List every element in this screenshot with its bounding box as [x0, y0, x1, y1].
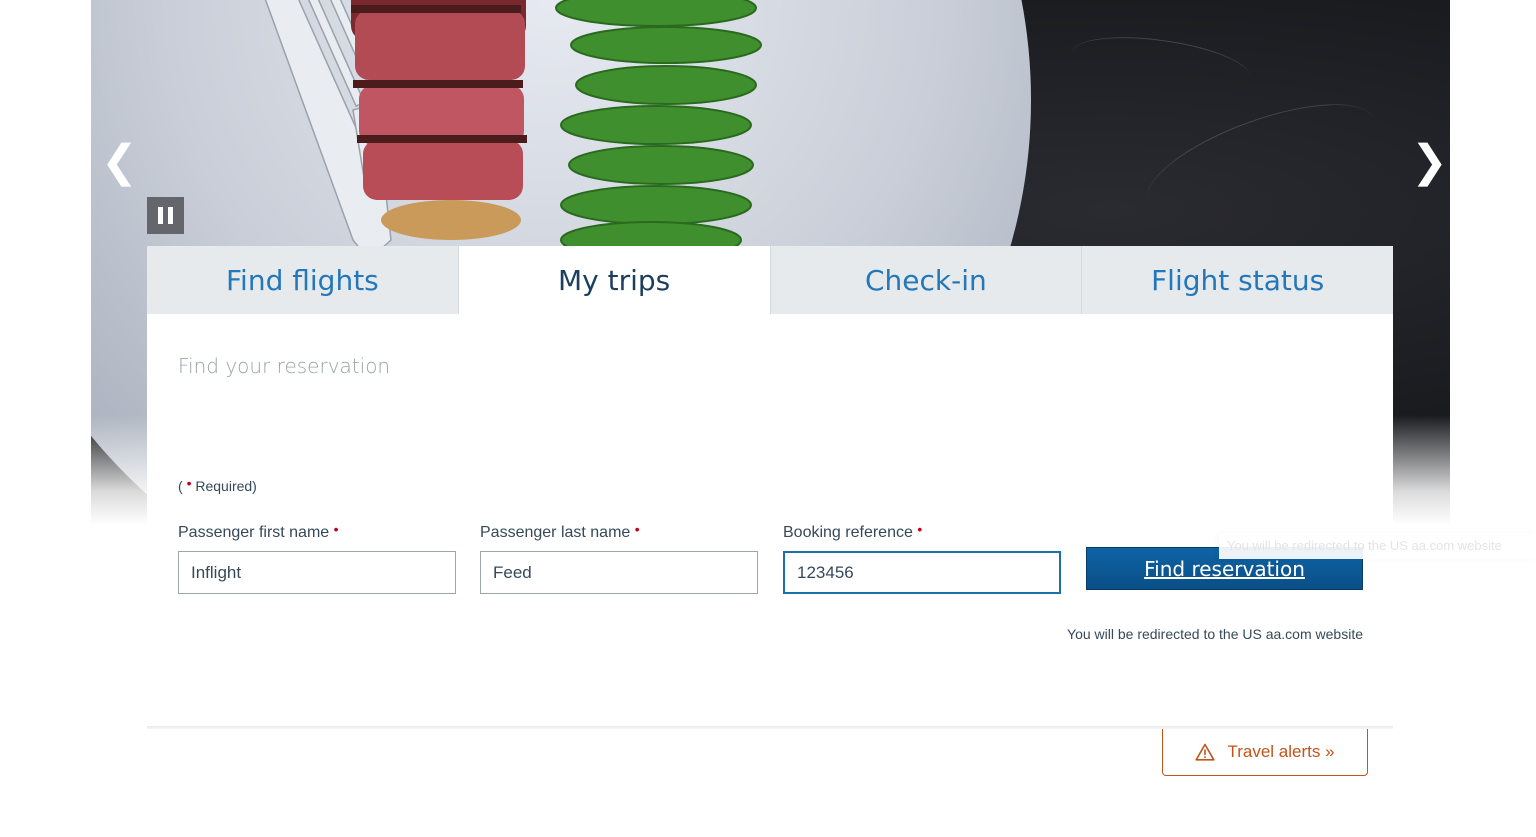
booking-reference-input[interactable]: [783, 551, 1061, 594]
required-dot: •: [917, 521, 923, 537]
travel-alerts-button[interactable]: Travel alerts »: [1162, 729, 1368, 776]
required-text: Required): [195, 478, 257, 494]
required-open: (: [178, 478, 183, 494]
carousel-next-icon[interactable]: ❯: [1411, 140, 1448, 184]
reservation-panel: Find your reservation ( • Required) Pass…: [147, 314, 1393, 726]
booking-widget: Find flights My trips Check-in Flight st…: [147, 246, 1393, 726]
required-dot: •: [634, 521, 640, 537]
required-dot: •: [186, 475, 192, 491]
carousel-prev-icon[interactable]: ❮: [101, 140, 138, 184]
last-name-input[interactable]: [480, 551, 758, 594]
tab-find-flights[interactable]: Find flights: [147, 246, 459, 314]
booking-reference-field: Booking reference •: [783, 521, 1061, 594]
travel-alerts-label: Travel alerts »: [1227, 742, 1335, 761]
required-note: ( • Required): [178, 475, 257, 494]
warning-icon: [1195, 743, 1216, 761]
required-dot: •: [333, 521, 339, 537]
redirect-note: You will be redirected to the US aa.com …: [1067, 626, 1363, 642]
first-name-field: Passenger first name •: [178, 521, 456, 594]
first-name-label-text: Passenger first name: [178, 524, 330, 541]
panel-title: Find your reservation: [178, 354, 391, 378]
tab-check-in[interactable]: Check-in: [770, 246, 1083, 314]
tab-flight-status[interactable]: Flight status: [1082, 246, 1393, 314]
carousel-pause-button[interactable]: [147, 197, 184, 234]
last-name-label-text: Passenger last name: [480, 524, 631, 541]
redirect-tooltip: You will be redirected to the US aa.com …: [1219, 533, 1536, 559]
first-name-label: Passenger first name •: [178, 521, 456, 542]
pause-icon: [168, 207, 173, 224]
booking-reference-label: Booking reference •: [783, 521, 1061, 542]
booking-reference-label-text: Booking reference: [783, 524, 913, 541]
steak-image: [351, 0, 527, 240]
tab-my-trips[interactable]: My trips: [458, 246, 771, 314]
last-name-label: Passenger last name •: [480, 521, 758, 542]
first-name-input[interactable]: [178, 551, 456, 594]
last-name-field: Passenger last name •: [480, 521, 758, 594]
peas-image: [555, 0, 762, 250]
booking-tabs: Find flights My trips Check-in Flight st…: [147, 246, 1393, 314]
pause-icon: [158, 207, 163, 224]
